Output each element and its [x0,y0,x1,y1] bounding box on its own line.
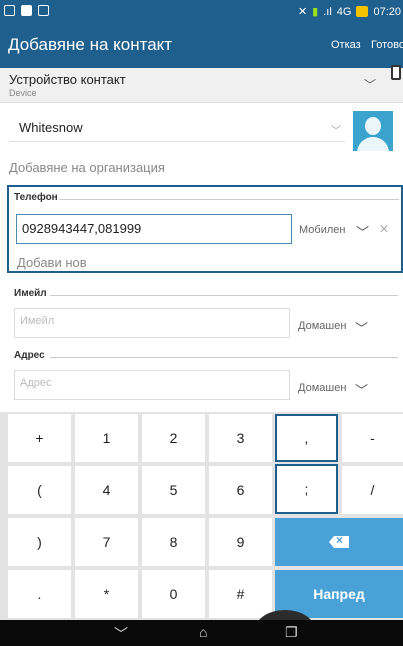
device-phone-icon [391,65,401,80]
key-close-paren[interactable]: ) [8,518,71,566]
email-type-select[interactable]: Домашен [298,320,346,332]
hide-keyboard-icon[interactable]: ﹀ [114,624,128,644]
key-open-paren[interactable]: ( [8,466,71,514]
app-bar: Добавяне на контакт Отказ Готово [0,24,403,68]
cancel-button[interactable]: Отказ [331,39,361,51]
address-type-select[interactable]: Домашен [298,382,346,394]
chevron-down-icon: ﹀ [364,78,377,92]
name-value: Whitesnow [19,120,83,135]
key-2[interactable]: 2 [142,414,205,462]
name-expand-chevron-icon[interactable]: ﹀ [331,122,341,137]
navigation-bar: ﹀ ⌂ ❐ [0,620,403,646]
chevron-down-icon[interactable]: ﹀ [355,380,368,399]
key-6[interactable]: 6 [209,466,272,514]
key-5[interactable]: 5 [142,466,205,514]
key-9[interactable]: 9 [209,518,272,566]
address-section-label: Адрес [14,350,45,361]
key-4[interactable]: 4 [75,466,138,514]
add-organization-link[interactable]: Добавяне на организация [9,160,165,175]
add-new-phone-link[interactable]: Добави нов [17,255,87,270]
sim-icon: ▮ [312,6,319,18]
image-notification-icon [38,5,49,16]
key-8[interactable]: 8 [142,518,205,566]
done-button[interactable]: Готово [371,39,403,51]
backspace-key[interactable] [275,518,403,566]
account-type: Device [9,88,37,98]
account-name: Устройство контакт [9,72,126,87]
status-time: 07:20 [373,5,401,18]
status-bar: ✕ ▮ .ıl 4G 07:20 [0,0,403,24]
key-semicolon[interactable]: ; [275,464,338,514]
key-minus[interactable]: - [342,414,403,462]
section-divider [50,295,398,296]
clear-icon[interactable]: ✕ [379,222,389,236]
phone-section-label: Телефон [14,192,58,203]
key-plus[interactable]: + [8,414,71,462]
avatar-body-icon [357,137,389,151]
phone-type-select[interactable]: Мобилен [299,224,345,236]
section-divider [50,357,398,358]
phone-input[interactable]: 0928943447,081999 [16,214,292,244]
signal-icon: .ıl [323,5,332,18]
account-selector[interactable]: Устройство контакт Device ﹀ [0,68,403,103]
key-slash[interactable]: / [342,466,403,514]
section-divider [59,199,399,200]
mute-icon: ✕ [297,6,308,18]
email-section-label: Имейл [14,288,47,299]
key-period[interactable]: . [8,570,71,618]
recent-apps-icon[interactable]: ❐ [285,624,298,641]
key-comma[interactable]: , [275,414,338,462]
email-input[interactable]: Имейл [14,308,290,338]
address-input[interactable]: Адрес [14,370,290,400]
key-1[interactable]: 1 [75,414,138,462]
network-type-label: 4G [336,5,352,18]
key-hash[interactable]: # [209,570,272,618]
mail-notification-icon [4,5,15,16]
avatar-head-icon [365,117,381,135]
battery-icon [356,6,369,17]
file-notification-icon [21,5,32,16]
key-0[interactable]: 0 [142,570,205,618]
contact-photo-button[interactable] [353,111,393,151]
key-3[interactable]: 3 [209,414,272,462]
numeric-keyboard: + 1 2 3 , - ( 4 5 6 ; / ) 7 8 9 . * 0 # … [0,412,403,620]
backspace-icon [329,536,349,548]
name-field[interactable]: Whitesnow ﹀ [9,112,345,142]
phone-section: Телефон 0928943447,081999 Мобилен ﹀ ✕ До… [7,185,403,273]
key-7[interactable]: 7 [75,518,138,566]
chevron-down-icon[interactable]: ﹀ [355,318,368,337]
page-title: Добавяне на контакт [8,35,173,54]
home-icon[interactable]: ⌂ [199,624,207,640]
chevron-down-icon[interactable]: ﹀ [356,222,369,241]
key-asterisk[interactable]: * [75,570,138,618]
